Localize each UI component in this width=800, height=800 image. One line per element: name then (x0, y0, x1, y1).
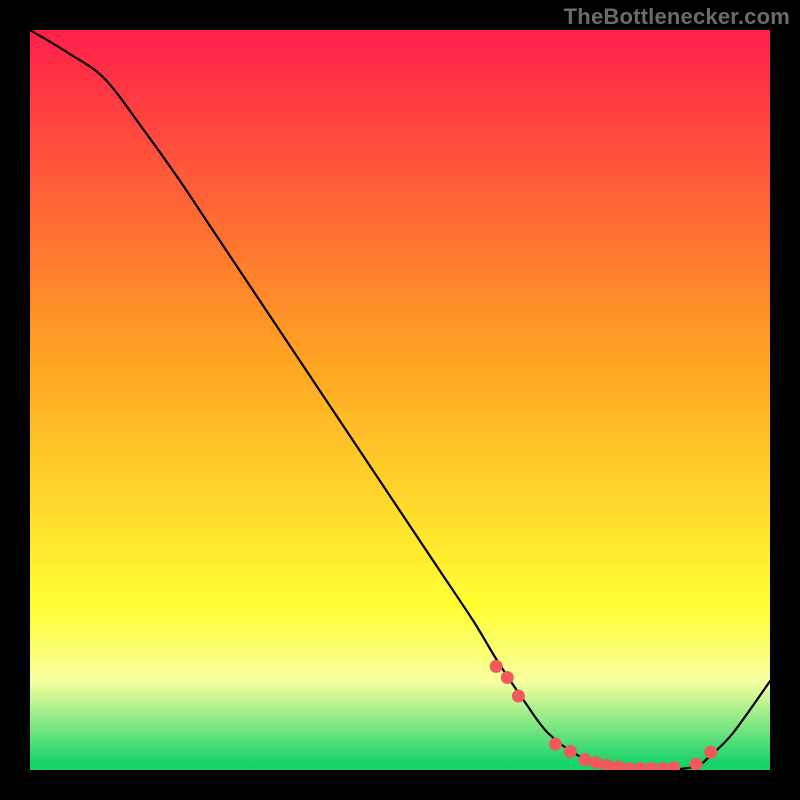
highlight-dot (690, 758, 703, 770)
chart-frame: TheBottlenecker.com (0, 0, 800, 800)
highlight-dot (564, 745, 577, 758)
highlight-dot (512, 690, 525, 703)
chart-svg (30, 30, 770, 770)
highlight-dot (490, 660, 503, 673)
plot-area (30, 30, 770, 770)
highlight-dot (704, 746, 717, 759)
watermark-text: TheBottlenecker.com (564, 4, 790, 30)
gradient-background (30, 30, 770, 770)
highlight-dot (549, 738, 562, 751)
highlight-dot (590, 756, 603, 769)
highlight-dot (501, 671, 514, 684)
highlight-dot (579, 753, 592, 766)
